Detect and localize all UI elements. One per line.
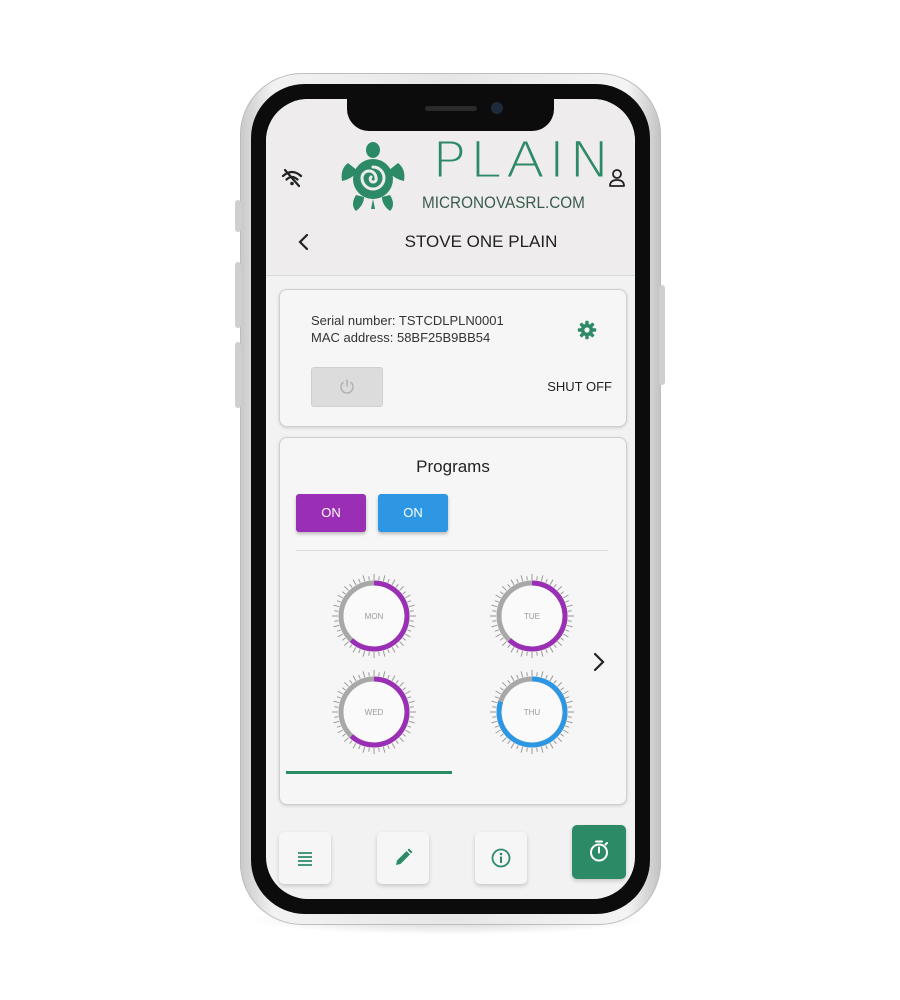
divider: [296, 550, 608, 551]
programs-title: Programs: [416, 457, 490, 476]
nav-timer-button[interactable]: [572, 825, 626, 879]
device-card: Serial number: TSTCDLPLN0001 MAC address…: [279, 289, 627, 427]
app-screen: PLAIN MICRONOVASRL.COM STOVE ONE PLAIN S…: [266, 99, 635, 899]
phone-power-button: [659, 285, 665, 385]
phone-camera: [491, 102, 503, 114]
phone-notch: [347, 99, 554, 131]
mac-address: MAC address: 58BF25B9BB54: [311, 330, 491, 345]
program-toggle-2[interactable]: ON: [378, 494, 448, 532]
day-dial[interactable]: THU: [488, 668, 576, 756]
phone-side-button: [235, 200, 241, 232]
back-chevron-icon[interactable]: [296, 233, 310, 251]
turtle-logo: [341, 142, 405, 211]
phone-volume-down: [235, 342, 241, 408]
carousel-progress: [286, 771, 452, 774]
phone-speaker: [425, 106, 477, 111]
power-button[interactable]: [311, 367, 383, 407]
nav-list-button[interactable]: [279, 832, 331, 884]
programs-card: Programs ON ON MON TUE WED THU: [279, 437, 627, 805]
page-title: STOVE ONE PLAIN: [404, 232, 558, 251]
stove-status: SHUT OFF: [547, 379, 612, 394]
serial-number: Serial number: TSTCDLPLN0001: [311, 313, 504, 328]
day-dial[interactable]: WED: [330, 668, 418, 756]
brand-name: PLAIN: [432, 132, 615, 189]
dial-day-label: MON: [365, 612, 384, 621]
dial-day-label: WED: [365, 708, 384, 717]
dial-day-label: THU: [524, 708, 541, 717]
list-icon: [298, 852, 312, 866]
dial-day-label: TUE: [524, 612, 540, 621]
wifi-off-icon[interactable]: [280, 167, 304, 189]
user-icon[interactable]: [608, 168, 626, 188]
program-toggle-1[interactable]: ON: [296, 494, 366, 532]
next-chevron-icon[interactable]: [592, 652, 606, 672]
nav-info-button[interactable]: [475, 832, 527, 884]
info-icon: [491, 848, 511, 868]
phone-volume-up: [235, 262, 241, 328]
gear-icon[interactable]: [577, 320, 597, 340]
power-icon: [340, 379, 354, 394]
day-dial[interactable]: MON: [330, 572, 418, 660]
pencil-icon: [396, 848, 413, 865]
nav-edit-button[interactable]: [377, 832, 429, 884]
timer-icon: [590, 840, 608, 862]
day-dial[interactable]: TUE: [488, 572, 576, 660]
brand-website: MICRONOVASRL.COM: [422, 193, 585, 212]
